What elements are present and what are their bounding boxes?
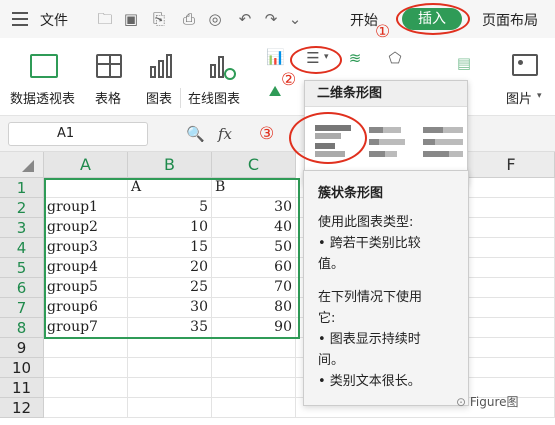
dropdown-header: 二维条形图 — [305, 81, 467, 107]
selection-range — [44, 178, 300, 339]
row-header[interactable]: 5 — [0, 258, 44, 278]
picture-button[interactable]: 图片 — [506, 88, 532, 107]
column-header-b[interactable]: B — [128, 152, 212, 178]
table-cell[interactable] — [44, 358, 128, 378]
pivot-table-icon[interactable] — [30, 54, 58, 78]
tooltip-title: 簇状条形图 — [318, 186, 384, 201]
table-cell[interactable] — [44, 398, 128, 418]
table-cell[interactable] — [212, 338, 296, 358]
save-icon[interactable]: ▣ — [122, 10, 140, 28]
watermark-text: Figure图 — [469, 395, 519, 409]
percent-stacked-bar-thumbnail[interactable] — [419, 119, 467, 163]
tooltip-line: 使用此图表类型: — [318, 215, 414, 230]
row-header[interactable]: 10 — [0, 358, 44, 378]
chart-type-tooltip: 簇状条形图 使用此图表类型: • 跨若干类别比较 值。在下列情况下使用 它: • 图表显… — [303, 170, 469, 406]
print-icon[interactable]: ⎙ — [180, 10, 198, 28]
row-header[interactable]: 9 — [0, 338, 44, 358]
more-chevron-icon[interactable]: ⌄ — [286, 10, 304, 28]
formula-bar: A1 🔍 fx — [0, 116, 555, 152]
tooltip-line: 它: — [318, 311, 336, 326]
print-preview-icon[interactable]: ◎ — [206, 10, 224, 28]
tab-page-layout[interactable]: 页面布局 — [482, 10, 538, 30]
tooltip-line: 间。 — [318, 353, 345, 368]
table-cell[interactable] — [128, 358, 212, 378]
select-all-corner[interactable] — [0, 152, 44, 178]
watermark: ⊙ Figure图 — [456, 393, 519, 410]
wechat-icon: ⊙ — [456, 395, 467, 409]
spreadsheet-grid: A B C F 1 A B 2 group1 5 30 3 group2 10 40 4 group3 1… — [0, 152, 555, 425]
column-chart-icon[interactable]: 📊 — [266, 48, 285, 66]
tooltip-line: • 类别文本很长。 — [318, 374, 421, 389]
bar-chart-dropdown-icon[interactable]: ▾ — [324, 52, 329, 62]
hamburger-menu-icon[interactable] — [12, 12, 28, 30]
tooltip-line: • 图表显示持续时 — [318, 332, 421, 347]
column-header-c[interactable]: C — [212, 152, 296, 178]
table-cell[interactable] — [44, 338, 128, 358]
table-cell[interactable] — [212, 398, 296, 418]
annotation-oval-3 — [289, 112, 367, 164]
table-button[interactable]: 表格 — [95, 88, 121, 107]
row-header[interactable]: 12 — [0, 398, 44, 418]
chart-icon[interactable] — [148, 54, 174, 78]
tooltip-line — [318, 275, 454, 287]
tooltip-line: • 跨若干类别比较 — [318, 236, 421, 251]
column-header-a[interactable]: A — [44, 152, 128, 178]
picture-dropdown-icon[interactable]: ▾ — [537, 91, 542, 101]
function-fx-icon[interactable]: fx — [218, 125, 232, 143]
online-chart-button[interactable]: 在线图表 — [188, 88, 240, 107]
table-cell[interactable] — [128, 338, 212, 358]
ribbon: 数据透视表 表格 图表 在线图表 📊 ☰ ▾ ② ≋ ⬠ ⛰ ▤ 图片 ▾ — [0, 38, 555, 116]
name-box[interactable]: A1 — [8, 122, 148, 146]
redo-icon[interactable]: ↷ — [262, 10, 280, 28]
tooltip-line: 值。 — [318, 257, 345, 272]
table-cell[interactable] — [128, 378, 212, 398]
annotation-number-3: ③ — [259, 124, 275, 144]
other-chart-icon[interactable]: ⬠ — [386, 49, 404, 67]
row-header[interactable]: 8 — [0, 318, 44, 338]
tab-insert[interactable]: 插入 — [402, 8, 462, 30]
table-cell[interactable] — [44, 378, 128, 398]
row-header[interactable]: 3 — [0, 218, 44, 238]
column-header-f[interactable]: F — [468, 152, 555, 178]
online-chart-icon[interactable] — [208, 54, 236, 80]
stacked-bar-thumbnail[interactable] — [365, 119, 413, 163]
menu-bar: 文件 🗀 ▣ ⎘ ⎙ ◎ ↶ ↷ ⌄ 开始 插入 ① 页面布局 — [0, 0, 555, 42]
row-header[interactable]: 1 — [0, 178, 44, 198]
table-cell[interactable] — [212, 378, 296, 398]
sparkline-icon[interactable]: ⛰ — [266, 82, 284, 100]
row-header[interactable]: 11 — [0, 378, 44, 398]
tooltip-line: 在下列情况下使用 — [318, 290, 423, 305]
row-header[interactable]: 6 — [0, 278, 44, 298]
ribbon-divider — [180, 88, 181, 108]
picture-icon[interactable] — [512, 54, 538, 76]
table-icon[interactable] — [96, 54, 122, 78]
row-header[interactable]: 7 — [0, 298, 44, 318]
table-cell[interactable] — [128, 398, 212, 418]
table-cell[interactable] — [212, 358, 296, 378]
line-chart-icon[interactable]: ≋ — [346, 49, 364, 67]
zoom-magnifier-icon[interactable]: 🔍 — [186, 125, 205, 143]
row-header[interactable]: 2 — [0, 198, 44, 218]
menu-file[interactable]: 文件 — [40, 10, 68, 30]
tab-start[interactable]: 开始 — [350, 10, 378, 30]
bar-chart-icon[interactable]: ☰ — [304, 49, 322, 67]
pivot-table-button[interactable]: 数据透视表 — [10, 88, 75, 107]
open-folder-icon[interactable]: 🗀 — [96, 10, 114, 28]
row-header[interactable]: 4 — [0, 238, 44, 258]
text-box-icon[interactable]: ▤ — [455, 54, 473, 72]
chart-button[interactable]: 图表 — [146, 88, 172, 107]
undo-icon[interactable]: ↶ — [236, 10, 254, 28]
export-pdf-icon[interactable]: ⎘ — [150, 10, 168, 28]
